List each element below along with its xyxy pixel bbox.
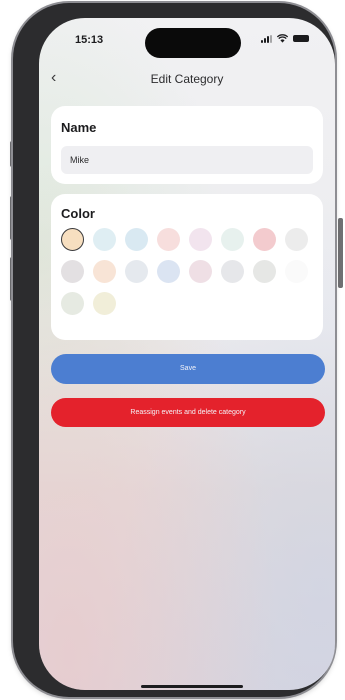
color-swatch[interactable] bbox=[189, 260, 212, 283]
name-card: Name Mike bbox=[51, 106, 323, 184]
app-screen: 15:13 ‹ Edit Category Name Mike Color Sa… bbox=[39, 18, 335, 690]
battery-icon bbox=[293, 35, 309, 42]
color-swatch[interactable] bbox=[125, 260, 148, 283]
color-swatch[interactable] bbox=[221, 260, 244, 283]
save-button[interactable]: Save bbox=[51, 354, 325, 384]
color-swatch[interactable] bbox=[93, 260, 116, 283]
wifi-icon bbox=[277, 34, 288, 43]
color-swatch[interactable] bbox=[93, 228, 116, 251]
name-input[interactable]: Mike bbox=[61, 146, 313, 174]
power-button bbox=[338, 218, 343, 288]
color-swatch[interactable] bbox=[221, 228, 244, 251]
dynamic-island bbox=[145, 28, 241, 58]
status-icons bbox=[261, 34, 309, 43]
color-swatch[interactable] bbox=[61, 292, 84, 315]
color-label: Color bbox=[61, 206, 95, 221]
page-title: Edit Category bbox=[150, 72, 224, 86]
color-swatch[interactable] bbox=[189, 228, 212, 251]
color-swatch[interactable] bbox=[157, 260, 180, 283]
color-card: Color bbox=[51, 194, 323, 340]
reassign-delete-button[interactable]: Reassign events and delete category bbox=[51, 398, 325, 427]
phone-frame: 15:13 ‹ Edit Category Name Mike Color Sa… bbox=[13, 3, 335, 697]
color-swatch[interactable] bbox=[93, 292, 116, 315]
phone-mockup: 15:13 ‹ Edit Category Name Mike Color Sa… bbox=[0, 0, 345, 700]
color-swatch[interactable] bbox=[157, 228, 180, 251]
status-time: 15:13 bbox=[75, 34, 104, 46]
signal-icon bbox=[261, 34, 272, 43]
color-swatch-grid bbox=[61, 228, 308, 315]
color-swatch[interactable] bbox=[61, 260, 84, 283]
color-swatch[interactable] bbox=[285, 260, 308, 283]
color-swatch[interactable] bbox=[125, 228, 148, 251]
color-swatch[interactable] bbox=[61, 228, 84, 251]
color-swatch[interactable] bbox=[285, 228, 308, 251]
home-indicator bbox=[141, 685, 243, 688]
color-swatch[interactable] bbox=[253, 228, 276, 251]
color-swatch[interactable] bbox=[253, 260, 276, 283]
name-label: Name bbox=[61, 120, 97, 135]
